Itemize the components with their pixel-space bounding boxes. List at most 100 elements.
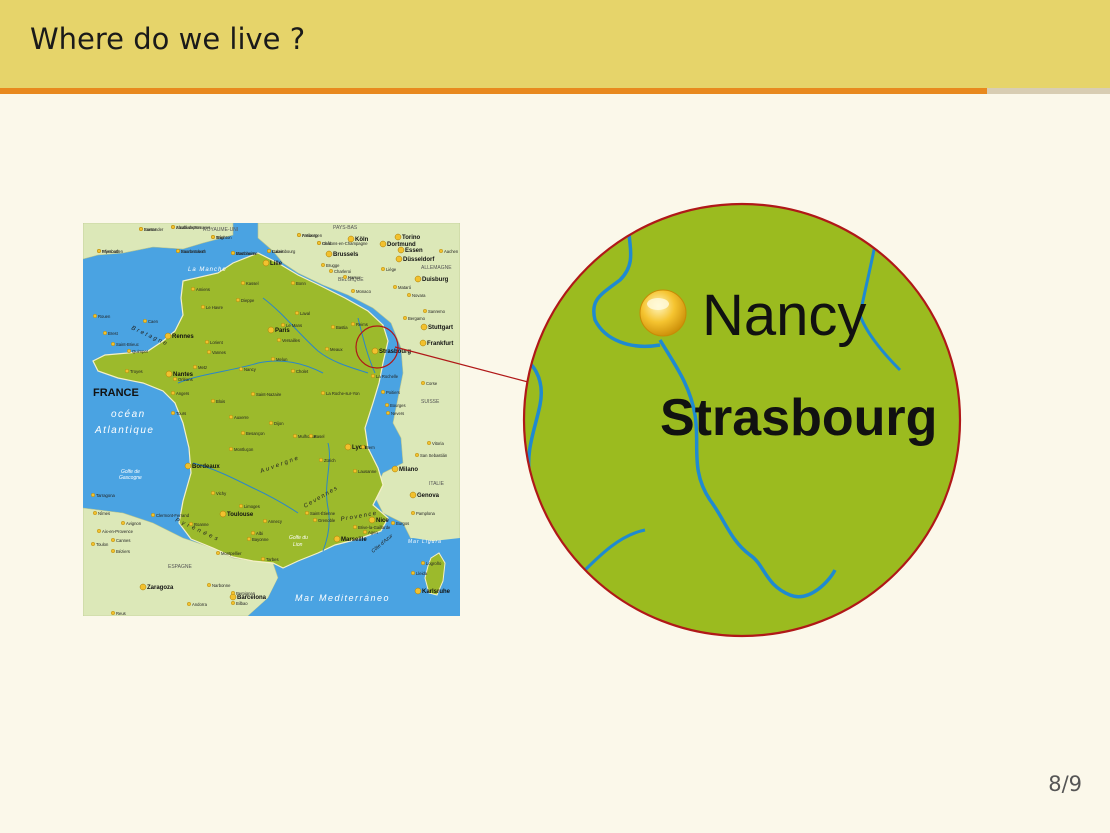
city-dot: [427, 440, 432, 445]
city-label: Dieppe: [241, 298, 255, 303]
city-label: Saint-Étienne: [310, 511, 336, 516]
city-dot: [280, 322, 285, 327]
city-dot: [267, 326, 275, 334]
page-number: 8/9: [1048, 772, 1082, 796]
city-dot: [316, 241, 321, 246]
progress-bar: [0, 88, 1110, 94]
city-dot: [363, 530, 368, 535]
city-dot: [386, 410, 391, 415]
city-dot: [385, 402, 390, 407]
city-dot: [230, 251, 235, 256]
city-label: Corse: [426, 381, 438, 386]
city-dot: [192, 364, 197, 369]
city-dot: [103, 330, 108, 335]
country-name: ESPAGNE: [168, 564, 192, 570]
city-dot: [419, 339, 427, 347]
city-label: Bonn: [296, 281, 306, 286]
city-label: Nice: [376, 518, 389, 524]
city-label: Quimper: [132, 349, 149, 354]
city-label: Zürich: [324, 458, 336, 463]
city-label: Meaux: [330, 347, 343, 352]
city-label: Sanremo: [428, 309, 446, 314]
city-dot: [204, 339, 209, 344]
city-label: Frankfurt: [427, 341, 453, 347]
ligure-label: Mar Ligura: [408, 539, 442, 545]
city-dot: [165, 370, 173, 378]
city-dot: [206, 583, 211, 588]
city-dot: [219, 510, 227, 518]
city-label: Zaragoza: [147, 585, 174, 591]
city-label: Bergamo: [408, 316, 426, 321]
city-dot: [395, 255, 403, 263]
city-dot: [111, 611, 116, 616]
country-name: ITALIE: [429, 481, 445, 487]
city-dot: [210, 491, 215, 496]
city-dot: [371, 373, 376, 378]
city-dot: [328, 269, 333, 274]
city-dot: [381, 389, 386, 394]
city-label: Troyes: [130, 369, 143, 374]
city-label: Vitoria: [432, 441, 444, 446]
city-label: Melun: [276, 357, 288, 362]
slide-title: Where do we live ?: [30, 22, 306, 56]
city-dot: [320, 390, 325, 395]
city-dot: [371, 347, 379, 355]
city-dot: [379, 240, 387, 248]
city-dot: [304, 511, 309, 516]
city-dot: [318, 457, 323, 462]
ocean-label: océan: [111, 409, 146, 420]
city-dot: [411, 511, 416, 516]
city-label: Angers: [176, 391, 189, 396]
city-label: Amiens: [196, 287, 210, 292]
city-dot: [90, 542, 95, 547]
city-dot: [296, 232, 301, 237]
city-dot: [330, 324, 335, 329]
city-label: Versailles: [282, 338, 300, 343]
city-dot: [391, 465, 399, 473]
city-label: Reims: [356, 322, 368, 327]
city-label: Laval: [300, 311, 310, 316]
city-dot: [391, 521, 396, 526]
city-label: Limoges: [244, 504, 260, 509]
city-label: Kassel: [246, 281, 259, 286]
city-label: Namur: [348, 275, 361, 280]
city-dot: [170, 390, 175, 395]
sea-label: Mar Mediterráneo: [295, 593, 390, 603]
city-label: Marseille: [341, 537, 367, 543]
city-label: Montpellier: [221, 551, 242, 556]
gulf-lion-label: Golfe du: [289, 535, 308, 541]
city-dot: [361, 444, 366, 449]
city-dot: [394, 233, 402, 241]
city-label: Rennes: [172, 334, 194, 340]
city-dot: [238, 504, 243, 509]
city-dot: [127, 348, 132, 353]
city-label: Grenoble: [318, 518, 336, 523]
city-label: Düsseldorf: [403, 257, 435, 263]
zoom-city-label: Nancy: [702, 283, 866, 348]
city-label: Avignon: [126, 521, 142, 526]
city-dot: [324, 346, 329, 351]
city-dot: [343, 275, 348, 280]
city-dot: [290, 368, 295, 373]
city-label: Lleida: [416, 571, 428, 576]
city-label: Agen: [368, 530, 378, 535]
city-dot: [210, 398, 215, 403]
city-dot: [407, 292, 412, 297]
city-label: Cannes: [116, 538, 130, 543]
city-label: Charleroi: [334, 269, 351, 274]
city-label: San Sebastián: [420, 453, 448, 458]
city-dot: [172, 376, 177, 381]
city-dot: [170, 225, 175, 229]
city-dot: [268, 420, 273, 425]
city-dot: [250, 391, 255, 396]
city-dot: [397, 246, 405, 254]
city-dot: [190, 286, 195, 291]
gulf-lion-label: Lion: [293, 542, 303, 548]
city-label: Metz: [198, 365, 207, 370]
city-dot: [420, 323, 428, 331]
city-dot: [125, 368, 130, 373]
city-label: La Rochelle: [376, 374, 399, 379]
city-label: Logroño: [426, 561, 442, 566]
progress-fill: [0, 88, 987, 94]
city-dot: [421, 380, 426, 385]
